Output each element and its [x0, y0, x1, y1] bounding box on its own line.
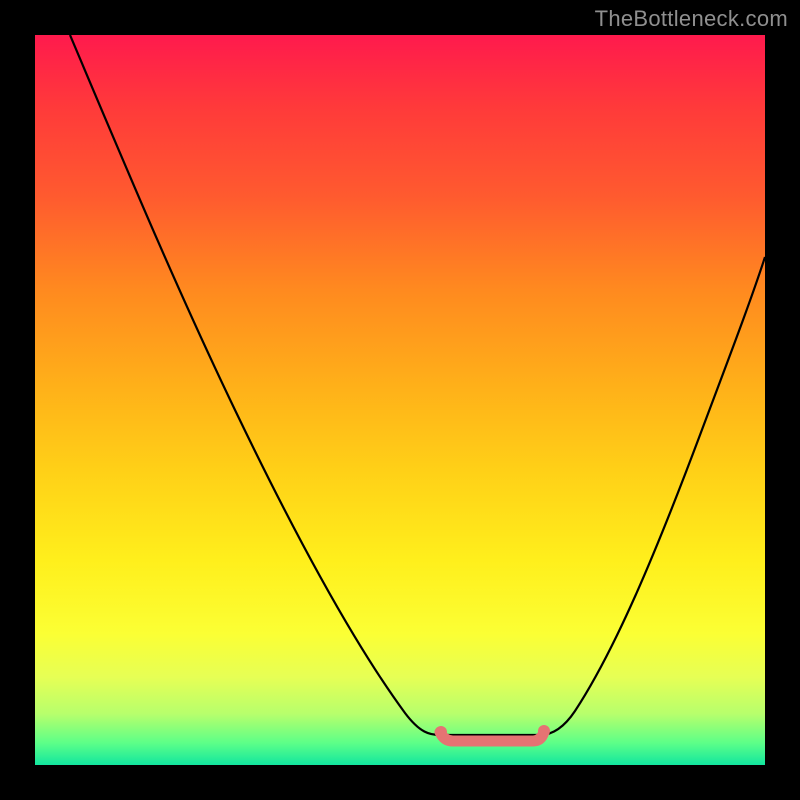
chart-plot-area	[35, 35, 765, 765]
chart-svg	[35, 35, 765, 765]
main-curve	[70, 35, 765, 735]
bottom-marker-dot-left	[435, 726, 447, 738]
bottom-marker-dot-right	[538, 725, 550, 737]
bottom-marker	[440, 732, 544, 741]
watermark-text: TheBottleneck.com	[595, 6, 788, 32]
chart-frame: TheBottleneck.com	[0, 0, 800, 800]
